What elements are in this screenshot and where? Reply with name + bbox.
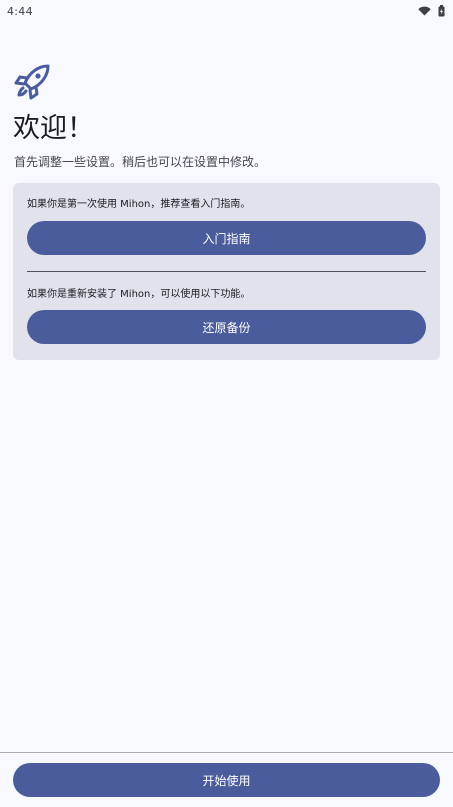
status-icons xyxy=(418,5,445,17)
wifi-icon xyxy=(418,6,431,16)
bottom-divider xyxy=(0,752,453,753)
get-started-button[interactable]: 开始使用 xyxy=(13,763,440,797)
restore-backup-button[interactable]: 还原备份 xyxy=(27,310,426,344)
rocket-icon xyxy=(14,64,50,100)
onboarding-card: 如果你是第一次使用 Mihon，推荐查看入门指南。 入门指南 如果你是重新安装了… xyxy=(13,183,440,360)
page-title: 欢迎！ xyxy=(13,113,94,144)
battery-icon xyxy=(438,5,445,17)
card-divider xyxy=(27,271,426,272)
status-time: 4:44 xyxy=(7,4,33,18)
status-bar: 4:44 xyxy=(0,0,453,22)
getting-started-guide-button[interactable]: 入门指南 xyxy=(27,221,426,255)
onboarding-screen: 4:44 欢迎！ 首先调整一些设置。稍后也可以在设置中修改。 如果你是第一次使用… xyxy=(0,0,453,807)
guide-description: 如果你是第一次使用 Mihon，推荐查看入门指南。 xyxy=(27,199,251,210)
page-subtitle: 首先调整一些设置。稍后也可以在设置中修改。 xyxy=(14,155,267,169)
restore-description: 如果你是重新安装了 Mihon，可以使用以下功能。 xyxy=(27,289,251,300)
